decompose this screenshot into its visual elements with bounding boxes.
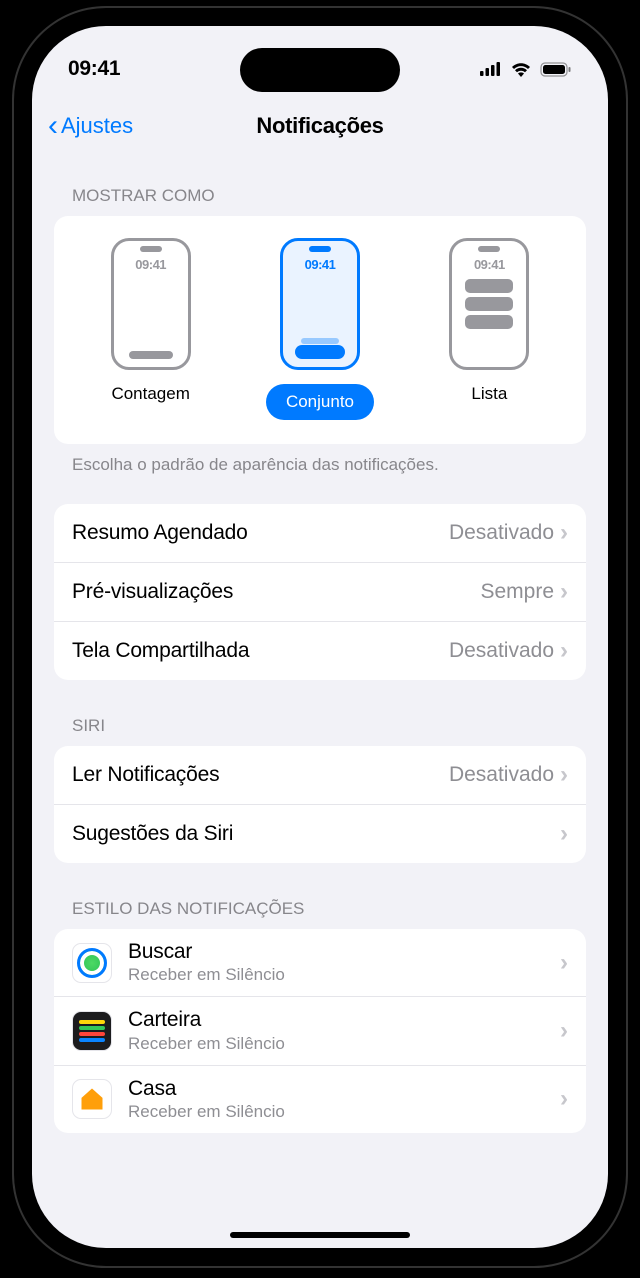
siri-group-card: Ler Notificações Desativado › Sugestões … xyxy=(54,746,586,863)
notification-style-header: ESTILO DAS NOTIFICAÇÕES xyxy=(54,887,586,929)
show-as-footer: Escolha o padrão de aparência das notifi… xyxy=(54,444,586,504)
show-as-row: 09:41 Contagem 09:41 xyxy=(54,216,586,444)
app-name: Casa xyxy=(128,1076,560,1101)
chevron-right-icon: › xyxy=(560,949,568,977)
chevron-right-icon: › xyxy=(560,637,568,665)
phone-mini-count-icon: 09:41 xyxy=(111,238,191,370)
chevron-right-icon: › xyxy=(560,761,568,789)
cell-scheduled-summary[interactable]: Resumo Agendado Desativado › xyxy=(54,504,586,563)
show-as-count-label: Contagem xyxy=(111,384,189,404)
app-subtitle: Receber em Silêncio xyxy=(128,1101,560,1123)
app-subtitle: Receber em Silêncio xyxy=(128,964,560,986)
settings-group-card: Resumo Agendado Desativado › Pré-visuali… xyxy=(54,504,586,680)
phone-frame: 09:41 ‹ Ajustes Notificações xyxy=(14,8,626,1266)
cell-siri-suggestions[interactable]: Sugestões da Siri › xyxy=(54,805,586,863)
app-cell-findmy[interactable]: Buscar Receber em Silêncio › xyxy=(54,929,586,997)
notification-style-card: Buscar Receber em Silêncio › Carteira R xyxy=(54,929,586,1133)
chevron-right-icon: › xyxy=(560,1017,568,1045)
dynamic-island xyxy=(240,48,400,92)
content-scroll[interactable]: MOSTRAR COMO 09:41 Contagem xyxy=(32,154,608,1248)
show-as-stack-label: Conjunto xyxy=(266,384,374,420)
cell-title: Sugestões da Siri xyxy=(72,822,554,846)
show-as-list-label: Lista xyxy=(471,384,507,404)
cell-previews[interactable]: Pré-visualizações Sempre › xyxy=(54,563,586,622)
wifi-icon xyxy=(510,61,532,77)
app-subtitle: Receber em Silêncio xyxy=(128,1033,560,1055)
back-label: Ajustes xyxy=(61,113,133,139)
cell-title: Pré-visualizações xyxy=(72,580,480,604)
show-as-card: 09:41 Contagem 09:41 xyxy=(54,216,586,444)
app-name: Buscar xyxy=(128,939,560,964)
chevron-left-icon: ‹ xyxy=(48,111,58,141)
siri-header: SIRI xyxy=(54,704,586,746)
cell-title: Resumo Agendado xyxy=(72,521,449,545)
phone-mini-stack-icon: 09:41 xyxy=(280,238,360,370)
cell-announce-notifications[interactable]: Ler Notificações Desativado › xyxy=(54,746,586,805)
app-cell-wallet[interactable]: Carteira Receber em Silêncio › xyxy=(54,997,586,1065)
page-title: Notificações xyxy=(256,113,383,139)
phone-mini-list-icon: 09:41 xyxy=(449,238,529,370)
cellular-signal-icon xyxy=(480,62,502,76)
phone-screen: 09:41 ‹ Ajustes Notificações xyxy=(32,26,608,1248)
cell-title: Ler Notificações xyxy=(72,763,449,787)
status-time: 09:41 xyxy=(68,57,120,81)
cell-title: Tela Compartilhada xyxy=(72,639,449,663)
battery-icon xyxy=(540,62,572,77)
chevron-right-icon: › xyxy=(560,519,568,547)
back-button[interactable]: ‹ Ajustes xyxy=(48,111,133,141)
home-indicator[interactable] xyxy=(230,1232,410,1238)
findmy-app-icon xyxy=(72,943,112,983)
status-icons xyxy=(480,61,572,77)
cell-screen-sharing[interactable]: Tela Compartilhada Desativado › xyxy=(54,622,586,680)
app-cell-home[interactable]: Casa Receber em Silêncio › xyxy=(54,1066,586,1133)
show-as-option-stack[interactable]: 09:41 Conjunto xyxy=(235,238,404,420)
nav-bar: ‹ Ajustes Notificações xyxy=(32,98,608,154)
chevron-right-icon: › xyxy=(560,1085,568,1113)
chevron-right-icon: › xyxy=(560,820,568,848)
app-name: Carteira xyxy=(128,1007,560,1032)
show-as-option-list[interactable]: 09:41 Lista xyxy=(405,238,574,420)
show-as-header: MOSTRAR COMO xyxy=(54,174,586,216)
cell-value: Sempre xyxy=(480,580,554,604)
show-as-option-count[interactable]: 09:41 Contagem xyxy=(66,238,235,420)
cell-value: Desativado xyxy=(449,521,554,545)
wallet-app-icon xyxy=(72,1011,112,1051)
cell-value: Desativado xyxy=(449,639,554,663)
cell-value: Desativado xyxy=(449,763,554,787)
chevron-right-icon: › xyxy=(560,578,568,606)
home-app-icon xyxy=(72,1079,112,1119)
